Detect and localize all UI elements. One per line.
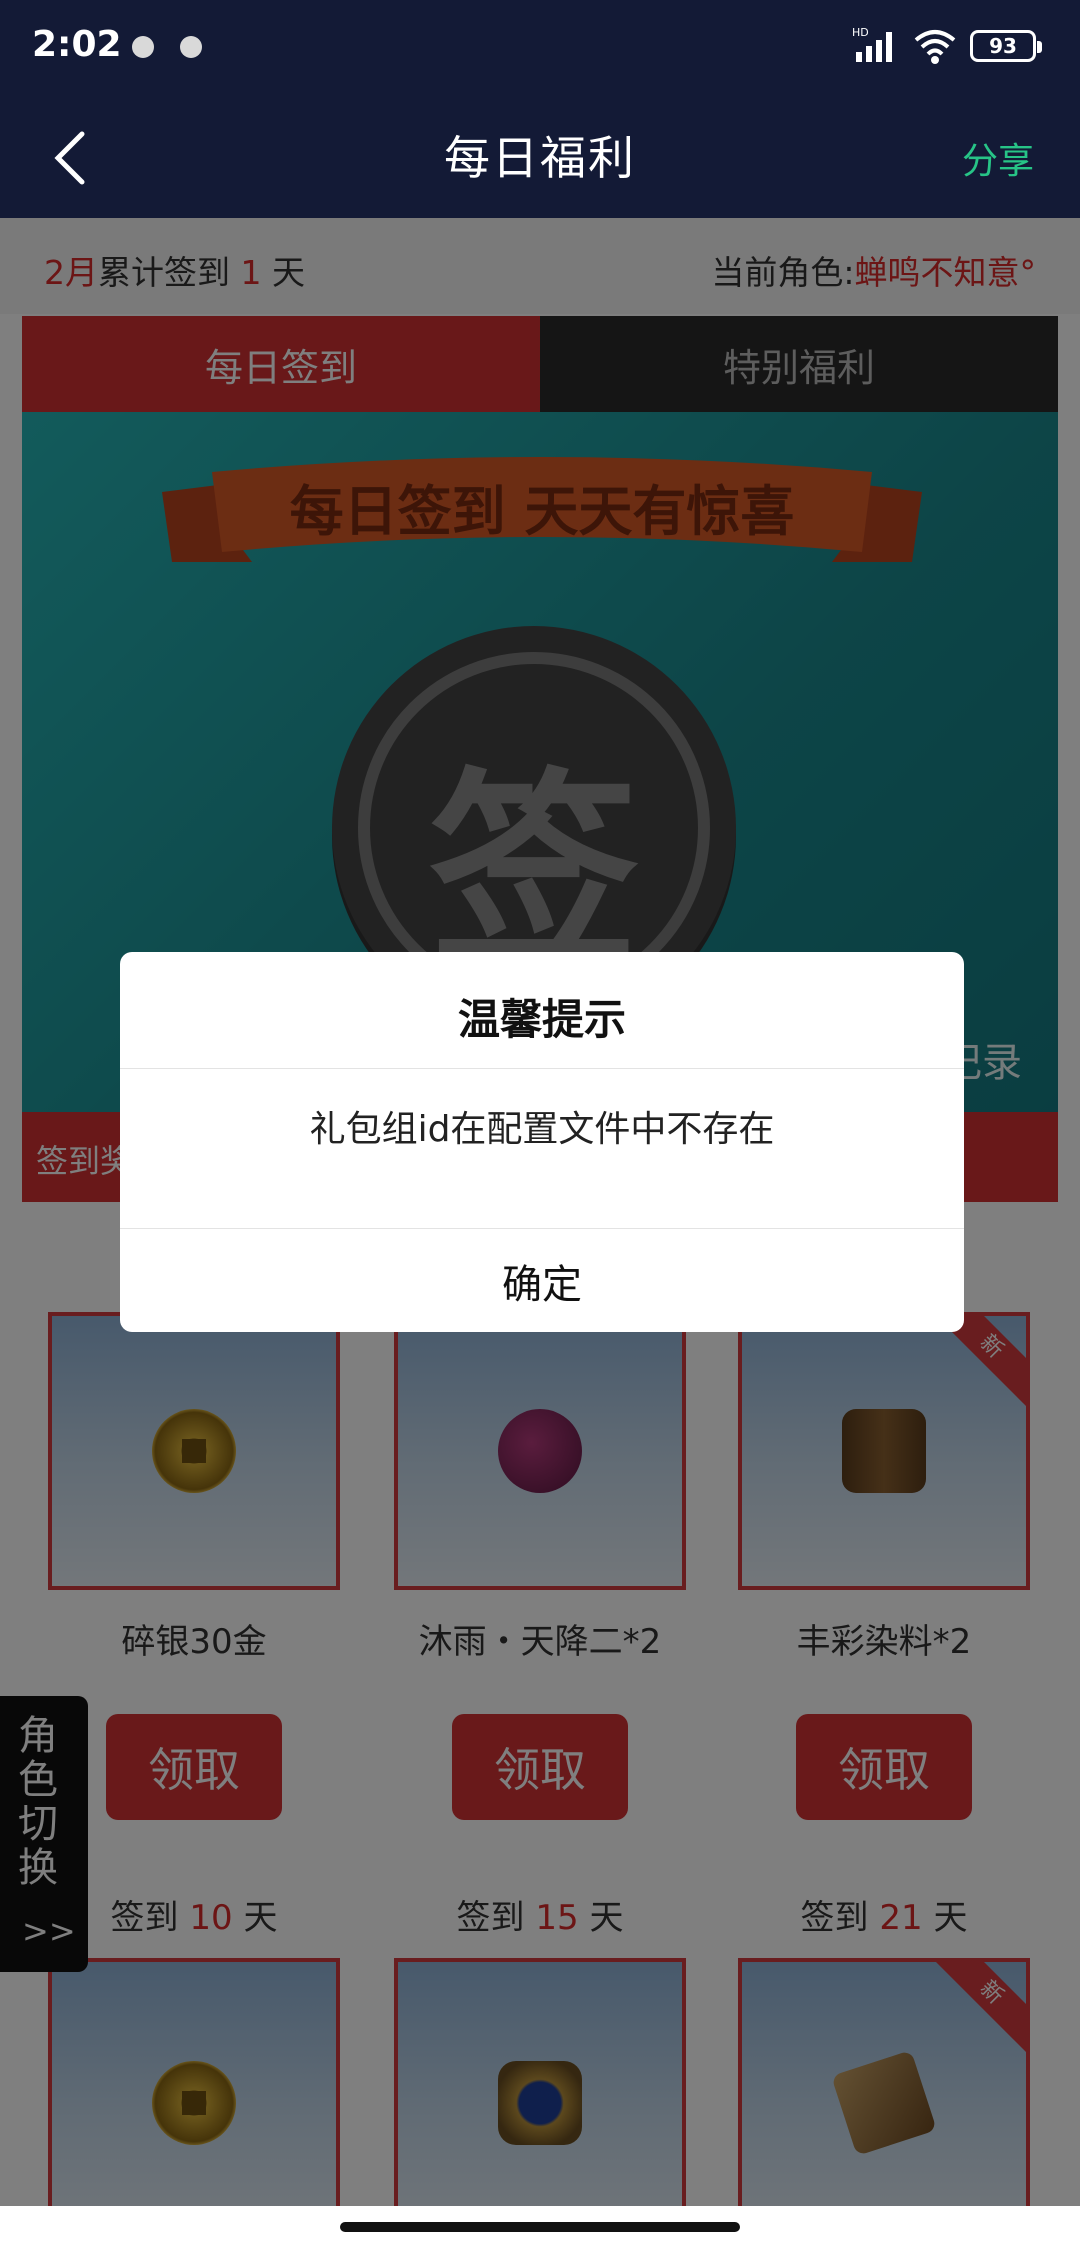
divider: [120, 1068, 964, 1069]
notification-icon: [180, 36, 202, 58]
dialog-message: 礼包组id在配置文件中不存在: [309, 1109, 775, 1150]
status-time: 2:02: [32, 24, 122, 65]
status-bar: 2:02 HD 93: [0, 0, 1080, 96]
nav-bar: 每日福利 分享: [0, 96, 1080, 218]
svg-text:HD: HD: [852, 26, 869, 39]
alert-dialog: 温馨提示 礼包组id在配置文件中不存在 确定: [120, 952, 964, 1332]
divider: [120, 1228, 964, 1229]
dialog-title: 温馨提示: [457, 995, 626, 1044]
home-indicator[interactable]: [340, 2222, 740, 2232]
battery-icon: 93: [970, 30, 1042, 62]
page-title: 每日福利: [444, 131, 636, 185]
cellular-signal-icon: HD: [852, 26, 892, 62]
confirm-button[interactable]: 确定: [120, 1230, 964, 1332]
share-button[interactable]: 分享: [962, 132, 1034, 184]
wifi-icon: [914, 30, 956, 64]
notification-icon: [132, 36, 154, 58]
